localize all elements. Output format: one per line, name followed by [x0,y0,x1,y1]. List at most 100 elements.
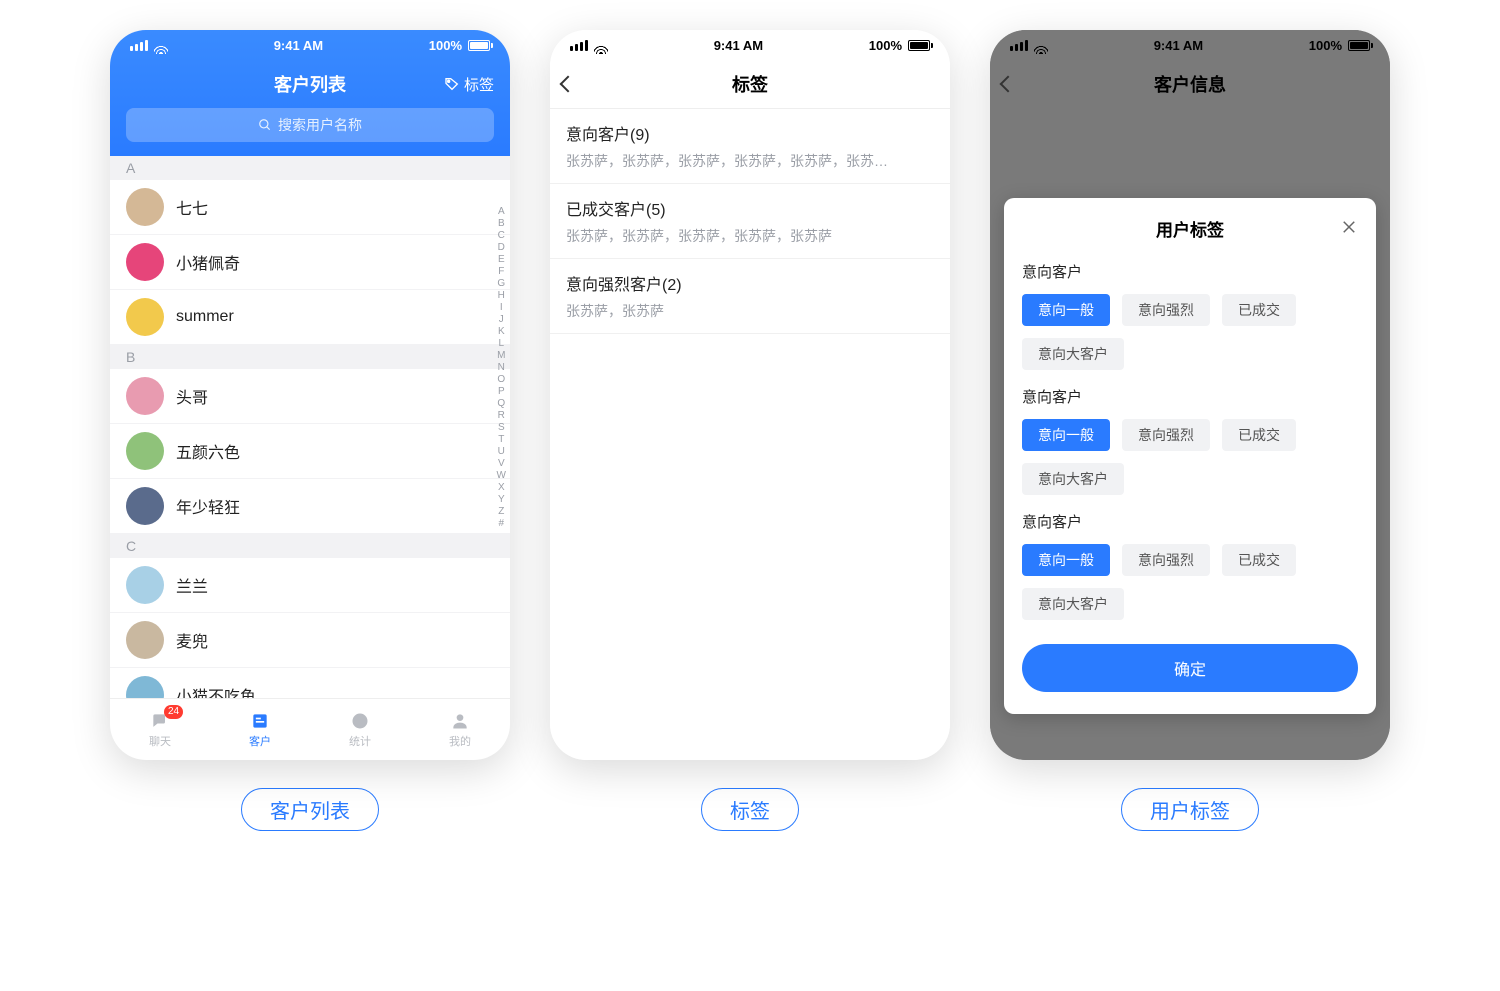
tabbar: 聊天24 客户 统计我的 [110,698,510,760]
index-letter[interactable]: S [498,422,505,434]
tag-chip[interactable]: 已成交 [1222,419,1296,451]
tag-chip[interactable]: 已成交 [1222,544,1296,576]
index-letter[interactable]: J [499,314,504,326]
index-letter[interactable]: U [498,446,505,458]
index-letter[interactable]: Y [498,494,505,506]
avatar [126,566,164,604]
tab-统计[interactable]: 统计 [310,699,410,760]
index-letter[interactable]: Z [498,506,504,518]
index-letter[interactable]: P [498,386,505,398]
status-time: 9:41 AM [1154,38,1203,53]
contact-row[interactable]: 麦兜 [110,613,510,668]
caption: 客户列表 [241,788,379,831]
contact-row[interactable]: 七七 [110,180,510,235]
alpha-index[interactable]: ABCDEFGHIJKLMNOPQRSTUVWXYZ# [497,206,506,638]
contact-row[interactable]: 兰兰 [110,558,510,613]
contact-row[interactable]: 小猪佩奇 [110,235,510,290]
avatar [126,487,164,525]
index-letter[interactable]: W [497,470,506,482]
signal-icon [1010,40,1028,51]
tab-icon [249,711,271,731]
contact-row[interactable]: 五颜六色 [110,424,510,479]
tab-icon [449,711,471,731]
index-letter[interactable]: O [497,374,505,386]
confirm-button[interactable]: 确定 [1022,644,1358,692]
index-letter[interactable]: D [498,242,505,254]
tab-聊天[interactable]: 聊天24 [110,699,210,760]
contact-name: 兰兰 [176,573,208,597]
contact-name: 年少轻狂 [176,494,240,518]
index-letter[interactable]: F [498,266,504,278]
chevron-left-icon [1000,76,1017,93]
index-letter[interactable]: B [498,218,505,230]
status-battery-pct: 100% [1309,38,1342,53]
close-button[interactable] [1340,218,1358,240]
index-letter[interactable]: I [500,302,503,314]
tab-我的[interactable]: 我的 [410,699,510,760]
index-letter[interactable]: Q [497,398,505,410]
index-letter[interactable]: E [498,254,505,266]
tab-label: 客户 [249,733,271,749]
page-title: 客户信息 [1154,71,1226,97]
index-letter[interactable]: A [498,206,505,218]
index-letter[interactable]: C [498,230,505,242]
back-button[interactable] [1002,78,1014,90]
index-letter[interactable]: V [498,458,505,470]
tag-group[interactable]: 意向强烈客户(2)张苏萨，张苏萨 [550,259,950,334]
contact-name: 麦兜 [176,628,208,652]
battery-icon [1348,40,1370,51]
user-tags-modal: 用户标签 意向客户意向一般意向强烈已成交意向大客户意向客户意向一般意向强烈已成交… [1004,198,1376,714]
contact-name: summer [176,308,234,326]
tag-chip[interactable]: 意向大客户 [1022,588,1124,620]
contact-row[interactable]: 头哥 [110,369,510,424]
tab-label: 我的 [449,733,471,749]
status-bar: 9:41 AM 100% [550,30,950,60]
modal-title: 用户标签 [1156,216,1224,241]
caption: 用户标签 [1121,788,1259,831]
tag-category-title: 意向客户 [1022,261,1358,282]
tag-chip[interactable]: 意向一般 [1022,544,1110,576]
contact-row[interactable]: 小猫不吃鱼 [110,668,510,698]
back-button[interactable] [562,78,574,90]
tag-group-members: 张苏萨，张苏萨，张苏萨，张苏萨，张苏萨 [566,226,934,246]
index-letter[interactable]: K [498,326,505,338]
navbar: 客户信息 [990,60,1390,108]
search-icon [258,118,272,132]
avatar [126,298,164,336]
wifi-icon [154,40,168,50]
index-letter[interactable]: N [498,362,505,374]
tag-chip[interactable]: 意向强烈 [1122,544,1210,576]
status-time: 9:41 AM [274,38,323,53]
contact-row[interactable]: 年少轻狂 [110,479,510,534]
tag-chip[interactable]: 意向大客户 [1022,338,1124,370]
avatar [126,243,164,281]
index-letter[interactable]: M [497,350,505,362]
tag-chip[interactable]: 意向大客户 [1022,463,1124,495]
tag-group[interactable]: 已成交客户(5)张苏萨，张苏萨，张苏萨，张苏萨，张苏萨 [550,184,950,259]
index-letter[interactable]: # [498,518,504,530]
tab-icon [349,711,371,731]
index-letter[interactable]: R [498,410,505,422]
status-bar: 9:41 AM 100% [990,30,1390,60]
index-letter[interactable]: T [498,434,504,446]
tag-group[interactable]: 意向客户(9)张苏萨，张苏萨，张苏萨，张苏萨，张苏萨，张苏… [550,109,950,184]
signal-icon [130,40,148,51]
tag-button[interactable]: 标签 [444,74,494,95]
tag-chip[interactable]: 已成交 [1222,294,1296,326]
tag-chip[interactable]: 意向强烈 [1122,419,1210,451]
status-time: 9:41 AM [714,38,763,53]
index-letter[interactable]: X [498,482,505,494]
search-input[interactable]: 搜索用户名称 [126,108,494,142]
tag-chip[interactable]: 意向强烈 [1122,294,1210,326]
tag-chip[interactable]: 意向一般 [1022,419,1110,451]
contact-row[interactable]: summer [110,290,510,345]
index-letter[interactable]: L [498,338,504,350]
tab-客户[interactable]: 客户 [210,699,310,760]
index-letter[interactable]: G [497,278,505,290]
index-letter[interactable]: H [498,290,505,302]
tag-chip[interactable]: 意向一般 [1022,294,1110,326]
tag-icon [444,76,460,92]
caption: 标签 [701,788,799,831]
contact-name: 头哥 [176,384,208,408]
contact-name: 七七 [176,195,208,219]
